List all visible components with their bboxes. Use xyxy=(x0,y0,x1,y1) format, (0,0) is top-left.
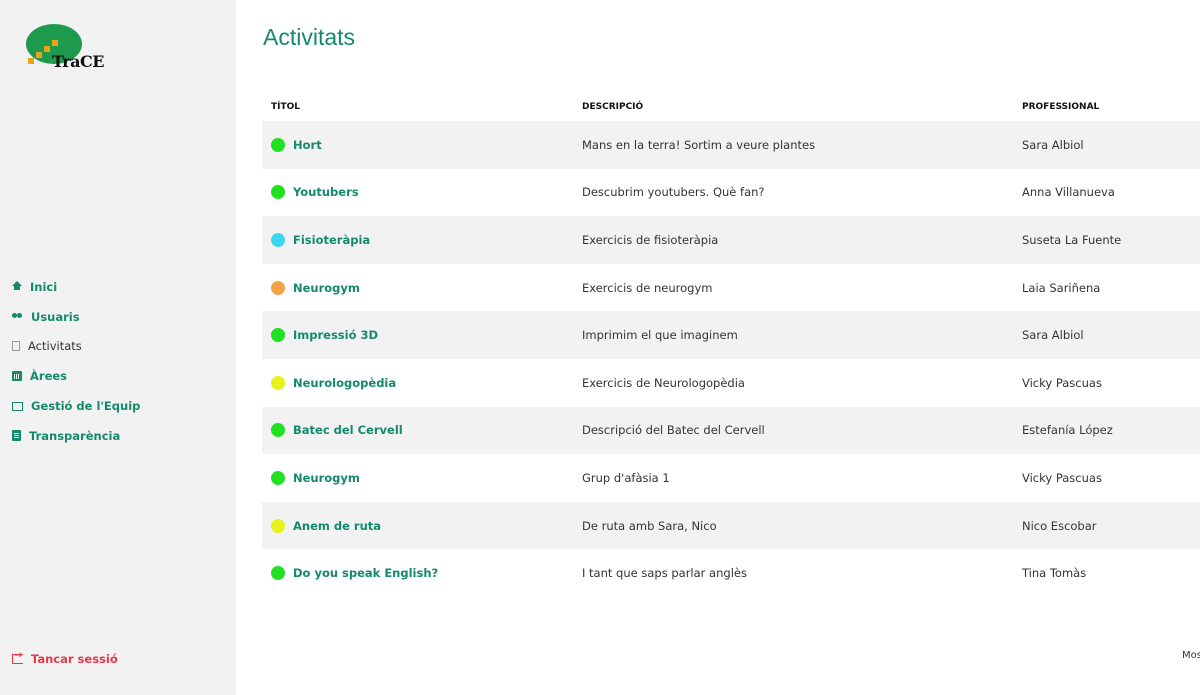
activity-title-link[interactable]: Do you speak English? xyxy=(293,566,438,580)
sign-out-icon xyxy=(12,650,23,664)
table-row[interactable]: Do you speak English? I tant que saps par… xyxy=(262,549,1200,597)
title-cell: Hort xyxy=(262,137,582,152)
title-cell: Youtubers xyxy=(262,185,582,200)
professional-cell: Vicky Pascuas xyxy=(1022,375,1102,390)
calendar-icon xyxy=(12,371,22,382)
status-dot xyxy=(271,232,285,247)
professional-cell: Sara Albiol xyxy=(1022,137,1084,152)
title-cell: Neurogym xyxy=(262,280,582,295)
activity-title-link[interactable]: Hort xyxy=(293,138,322,152)
column-header-professional[interactable]: PROFESSIONAL xyxy=(1022,102,1200,112)
status-dot xyxy=(271,566,285,581)
description-cell: Exercicis de Neurologopèdia xyxy=(582,375,745,390)
description-cell: Descubrim youtubers. Què fan? xyxy=(582,185,765,200)
users-icon xyxy=(12,311,23,322)
professional-cell: Nico Escobar xyxy=(1022,518,1097,533)
professional-cell: Tina Tomàs xyxy=(1022,566,1087,581)
table-row[interactable]: Neurogym Grup d'afàsia 1 Vicky Pascuas xyxy=(262,454,1200,502)
table-row[interactable]: Anem de ruta De ruta amb Sara, Nico Nico E… xyxy=(262,501,1200,550)
description-cell: Exercicis de fisioteràpia xyxy=(582,232,719,247)
sidebar-item-arees[interactable]: Àrees xyxy=(12,361,140,391)
title-cell: Impressió 3D xyxy=(262,328,582,343)
sidebar-item-label: Gestió de l'Equip xyxy=(31,399,141,414)
professional-cell: Suseta La Fuente xyxy=(1022,232,1122,247)
title-cell: Anem de ruta xyxy=(262,518,582,533)
professional-cell: Sara Albiol xyxy=(1022,328,1084,343)
table-row[interactable]: Hort Mans en la terra! Sortim a veure pla… xyxy=(262,121,1200,169)
logout-label: Tancar sessió xyxy=(31,652,118,666)
column-header-title[interactable]: TÍTOL xyxy=(262,102,582,112)
activities-table: TÍTOL DESCRIPCIÓ PROFESSIONAL Hort Mans e… xyxy=(262,92,1200,597)
status-dot xyxy=(271,280,285,295)
sidebar-item-label: Inici xyxy=(30,279,58,294)
status-dot xyxy=(271,470,285,485)
table-row[interactable]: Neurologopèdia Exercicis de Neurologopèdi… xyxy=(262,359,1200,407)
status-dot xyxy=(271,518,285,533)
sidebar-nav: Inici Usuaris Activitats Àrees Gestió de… xyxy=(12,272,140,451)
status-dot xyxy=(271,423,285,438)
title-cell: Do you speak English? xyxy=(262,566,582,581)
logo-text: TraCE xyxy=(52,52,104,71)
sidebar-item-label: Usuaris xyxy=(31,309,80,324)
activity-title-link[interactable]: Impressió 3D xyxy=(293,328,378,342)
logo-square xyxy=(52,40,58,46)
activity-title-link[interactable]: Fisioteràpia xyxy=(293,233,370,247)
description-cell: De ruta amb Sara, Nico xyxy=(582,518,717,533)
description-cell: Exercicis de neurogym xyxy=(582,280,713,295)
status-dot xyxy=(271,185,285,200)
sidebar-item-gestio-equip[interactable]: Gestió de l'Equip xyxy=(12,391,140,421)
description-cell: Imprimim el que imaginem xyxy=(582,328,738,343)
professional-cell: Anna Villanueva xyxy=(1022,185,1115,200)
title-cell: Neurologopèdia xyxy=(262,375,582,390)
sidebar-item-label: Activitats xyxy=(28,339,82,354)
professional-cell: Laia Sariñena xyxy=(1022,280,1101,295)
description-cell: Descripció del Batec del Cervell xyxy=(582,423,765,438)
page-title: Activitats xyxy=(263,24,356,50)
title-cell: Neurogym xyxy=(262,470,582,485)
sidebar-item-activitats[interactable]: Activitats xyxy=(12,332,140,362)
sidebar-item-usuaris[interactable]: Usuaris xyxy=(12,302,140,332)
document-icon xyxy=(12,341,20,352)
table-row[interactable]: Youtubers Descubrim youtubers. Què fan? An… xyxy=(262,169,1200,217)
sidebar-item-inici[interactable]: Inici xyxy=(12,272,140,302)
title-cell: Fisioteràpia xyxy=(262,232,582,247)
home-icon xyxy=(12,281,22,291)
logo-square xyxy=(28,58,34,64)
trace-logo[interactable]: TraCE xyxy=(26,24,104,71)
sidebar: TraCE Inici Usuaris Activitats Àrees Ges… xyxy=(0,0,236,695)
title-cell: Batec del Cervell xyxy=(262,423,582,438)
sidebar-item-transparencia[interactable]: Transparència xyxy=(12,421,140,451)
status-dot xyxy=(271,328,285,343)
sidebar-item-label: Transparència xyxy=(29,428,121,443)
team-icon xyxy=(12,401,23,411)
status-dot xyxy=(271,137,285,152)
activity-title-link[interactable]: Neurologopèdia xyxy=(293,376,396,390)
logout-button[interactable]: Tancar sessió xyxy=(12,650,118,666)
activity-title-link[interactable]: Batec del Cervell xyxy=(293,423,403,437)
table-row[interactable]: Neurogym Exercicis de neurogym Laia Sariñe… xyxy=(262,264,1200,312)
activity-title-link[interactable]: Neurogym xyxy=(293,281,360,295)
column-header-description[interactable]: DESCRIPCIÓ xyxy=(582,102,1022,112)
description-cell: I tant que saps parlar anglès xyxy=(582,566,747,581)
file-icon xyxy=(12,430,21,442)
status-dot xyxy=(271,375,285,390)
professional-cell: Vicky Pascuas xyxy=(1022,470,1102,485)
pagination-info: Mos xyxy=(1182,650,1200,661)
sidebar-item-label: Àrees xyxy=(30,369,68,384)
professional-cell: Estefanía López xyxy=(1022,423,1113,438)
activity-title-link[interactable]: Neurogym xyxy=(293,471,360,485)
table-header: TÍTOL DESCRIPCIÓ PROFESSIONAL xyxy=(262,92,1200,121)
description-cell: Mans en la terra! Sortim a veure plantes xyxy=(582,137,816,152)
table-row[interactable]: Fisioteràpia Exercicis de fisioteràpia Sus… xyxy=(262,216,1200,264)
description-cell: Grup d'afàsia 1 xyxy=(582,470,670,485)
activity-title-link[interactable]: Anem de ruta xyxy=(293,519,381,533)
logo-square xyxy=(36,52,42,58)
table-row[interactable]: Batec del Cervell Descripció del Batec de… xyxy=(262,406,1200,455)
table-row[interactable]: Impressió 3D Imprimim el que imaginem Sara… xyxy=(262,311,1200,359)
logo-square xyxy=(44,46,50,52)
activity-title-link[interactable]: Youtubers xyxy=(293,185,359,199)
